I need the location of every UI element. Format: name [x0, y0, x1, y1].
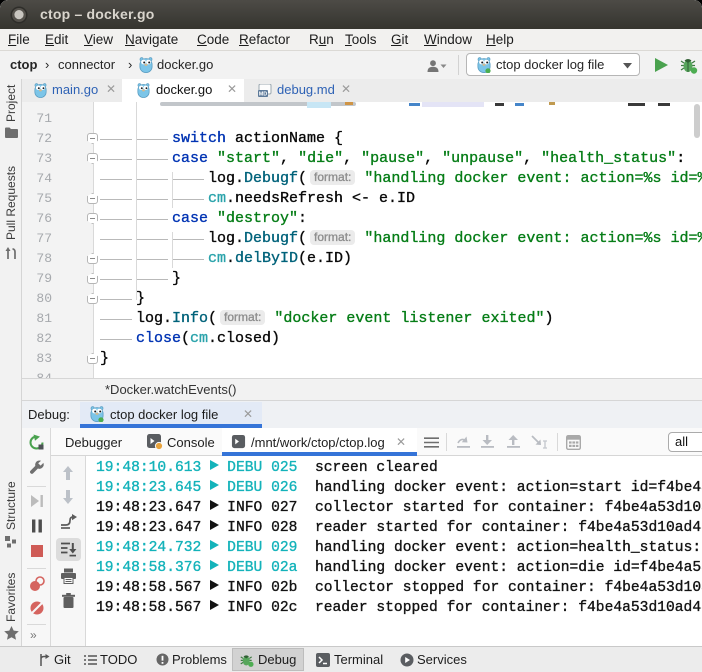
svg-text:MD: MD	[259, 92, 268, 97]
